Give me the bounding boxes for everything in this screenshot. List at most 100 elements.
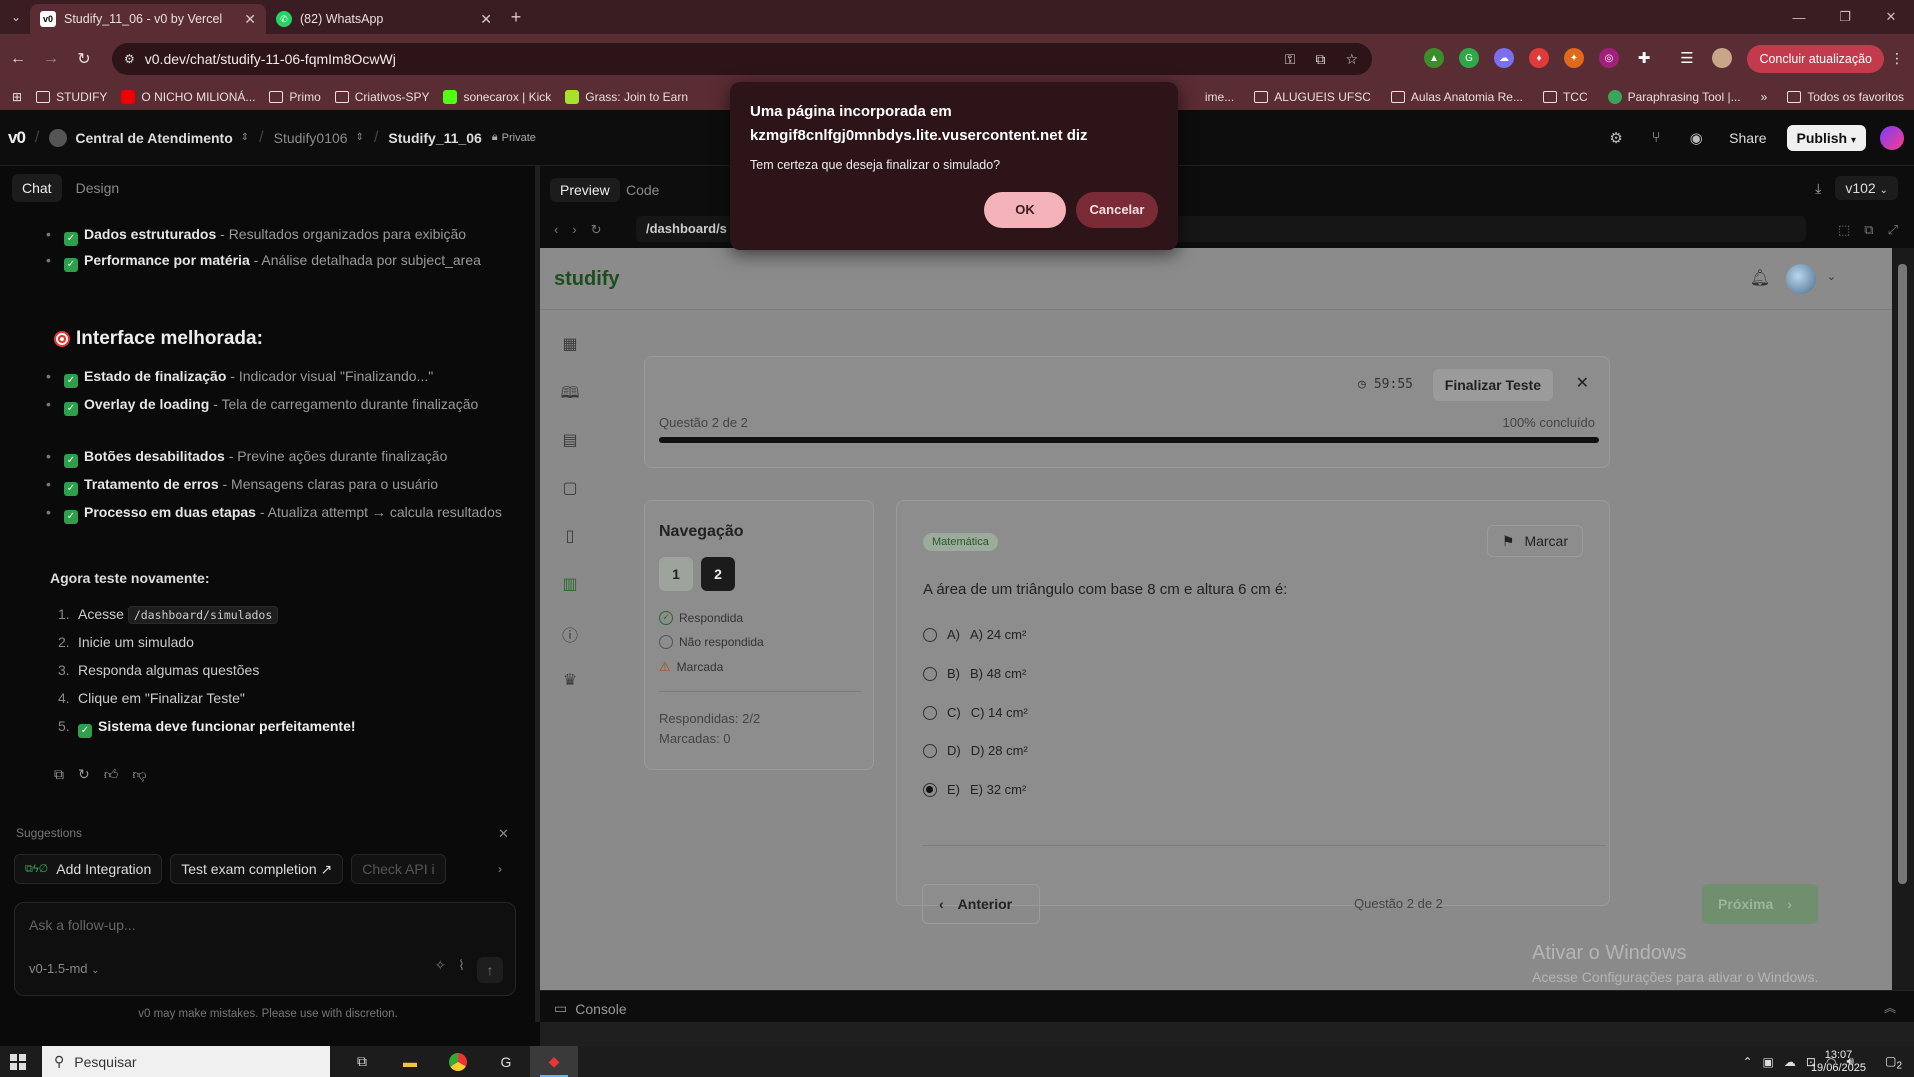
console-toggle[interactable]: ▭ Console — [554, 1000, 627, 1017]
chevron-down-icon[interactable]: ⌄ — [1827, 270, 1836, 283]
answer-option[interactable]: C) C) 14 cm² — [923, 705, 1028, 720]
suggestion-add-integration[interactable]: ⧉ϟ∅ Add Integration — [14, 854, 163, 884]
tab-search-chevron-icon[interactable]: ⌄ — [2, 3, 30, 31]
sparkle-icon[interactable]: ✧ — [434, 957, 446, 983]
user-avatar[interactable] — [1880, 125, 1904, 150]
back-icon[interactable]: ← — [3, 44, 33, 74]
question-nav-button-current[interactable]: 2 — [701, 557, 735, 591]
tab-chat[interactable]: Chat — [12, 174, 62, 202]
tab-design[interactable]: Design — [66, 174, 130, 202]
extension-pink-icon[interactable]: ◎ — [1599, 48, 1619, 68]
close-icon[interactable]: ✕ — [1576, 373, 1589, 393]
windows-start-icon[interactable] — [10, 1054, 26, 1070]
tab-preview[interactable]: Preview — [550, 178, 620, 202]
restore-icon[interactable]: ❐ — [1822, 0, 1868, 34]
task-view-icon[interactable]: ⧉ — [338, 1046, 386, 1077]
bookmark-kick[interactable]: sonecarox | Kick — [443, 90, 551, 104]
thumbs-up-icon[interactable]: 👍︎ — [104, 766, 119, 783]
apps-grid-icon[interactable]: ⊞ — [12, 90, 22, 104]
bookmark-folder[interactable]: Primo — [269, 90, 321, 104]
message-icon[interactable]: ▢ — [560, 478, 580, 498]
scrollbar-thumb[interactable] — [1898, 264, 1907, 884]
next-button[interactable]: Próxima › — [1702, 884, 1818, 924]
extensions-puzzle-icon[interactable]: ✚ — [1634, 48, 1654, 68]
ok-button[interactable]: OK — [984, 192, 1066, 228]
tray-cloud-icon[interactable]: ☁ — [1784, 1055, 1796, 1069]
select-element-icon[interactable]: ⬚ — [1838, 222, 1850, 238]
chevrons-up-icon[interactable]: ︽ — [1884, 999, 1896, 1016]
breadcrumb-chat[interactable]: Studify_11_06 — [388, 130, 481, 146]
prompt-input[interactable]: Ask a follow-up... — [29, 917, 136, 933]
version-selector[interactable]: v102 ⌄ — [1835, 176, 1898, 200]
close-suggestions-icon[interactable]: ✕ — [498, 826, 509, 842]
question-nav-button[interactable]: 1 — [659, 557, 693, 591]
preview-scrollbar[interactable] — [1892, 248, 1914, 990]
minimize-icon[interactable]: — — [1776, 0, 1822, 34]
paperclip-icon[interactable]: ⌇ — [458, 957, 465, 983]
radio-button[interactable] — [923, 666, 937, 681]
bookmark-star-icon[interactable]: ☆ — [1345, 51, 1358, 68]
mark-question-button[interactable]: ⚑ Marcar — [1486, 525, 1583, 557]
notifications-icon[interactable]: ▢2 — [1885, 1054, 1902, 1071]
extension-cloud-icon[interactable]: ☁ — [1494, 48, 1514, 68]
url-text[interactable]: v0.dev/chat/studify-11-06-fqmIm8OcwWj — [145, 51, 396, 67]
suggestion-test-exam[interactable]: Test exam completion ↗ — [170, 854, 344, 884]
file-explorer-icon[interactable]: ▬ — [386, 1046, 434, 1077]
previous-button[interactable]: ‹ Anterior — [922, 884, 1040, 924]
answer-option[interactable]: D) D) 28 cm² — [923, 743, 1028, 758]
browser-tab-v0[interactable]: v0 Studify_11_06 - v0 by Vercel ✕ — [30, 4, 266, 34]
answer-option-selected[interactable]: E) E) 32 cm² — [923, 782, 1026, 797]
breadcrumb-team[interactable]: Central de Atendimento ⇕ — [49, 128, 249, 147]
profile-avatar[interactable] — [1712, 48, 1732, 68]
bookmarks-overflow-button[interactable]: » — [1761, 90, 1768, 104]
chart-bars-icon[interactable]: ▥ — [560, 574, 580, 594]
bookmark-youtube[interactable]: O NICHO MILIONÁ... — [121, 90, 255, 104]
address-bar[interactable]: ⚙ v0.dev/chat/studify-11-06-fqmIm8OcwWj … — [112, 43, 1372, 75]
thumbs-down-icon[interactable]: 👎︎ — [132, 766, 146, 783]
breadcrumb-project[interactable]: Studify0106 ⇕ — [274, 130, 364, 146]
radio-button[interactable] — [923, 627, 937, 642]
bookmark-folder[interactable]: Aulas Anatomia Re... — [1390, 90, 1523, 104]
preview-forward-icon[interactable]: › — [572, 222, 576, 238]
calendar-icon[interactable]: ▤ — [560, 430, 580, 450]
taskbar-clock[interactable]: 13:07 19/06/2025 — [1811, 1049, 1866, 1075]
publish-button[interactable]: Publish ▾ — [1786, 124, 1866, 151]
extension-grammarly-icon[interactable]: G — [1459, 48, 1479, 68]
browser-tab-whatsapp[interactable]: ✆ (82) WhatsApp ✕ — [266, 4, 502, 34]
close-tab-icon[interactable]: ✕ — [244, 11, 256, 28]
taskbar-search[interactable]: ⚲ Pesquisar — [42, 1046, 330, 1077]
chrome-icon[interactable] — [434, 1046, 482, 1077]
finish-test-button[interactable]: Finalizar Teste — [1432, 369, 1553, 401]
bookmark-folder[interactable]: TCC — [1542, 90, 1588, 104]
model-selector[interactable]: v0-1.5-md ⌄ — [29, 961, 100, 976]
crown-icon[interactable]: ♛ — [560, 670, 580, 690]
more-menu-icon[interactable]: ⋮ — [1890, 50, 1904, 67]
radio-button[interactable] — [923, 743, 937, 758]
app-active-icon[interactable]: ◆ — [530, 1046, 578, 1077]
studify-logo[interactable]: studify — [554, 268, 620, 291]
site-info-icon[interactable]: ⚙ — [124, 52, 135, 66]
dashboard-grid-icon[interactable]: ▦ — [560, 334, 580, 354]
bell-icon[interactable]: 🔔︎ — [1750, 268, 1770, 288]
extension-chart-icon[interactable]: ▲ — [1424, 48, 1444, 68]
answer-option[interactable]: B) B) 48 cm² — [923, 666, 1026, 681]
chevron-up-icon[interactable]: ⌃ — [1742, 1055, 1752, 1069]
settings-gear-icon[interactable]: ⚙ — [1603, 125, 1629, 151]
all-bookmarks[interactable]: Todos os favoritos — [1787, 90, 1904, 104]
radio-button-selected[interactable] — [923, 782, 937, 797]
install-app-icon[interactable]: ⧉ — [1315, 51, 1325, 68]
preview-reload-icon[interactable]: ↻ — [591, 222, 602, 238]
bookmark-folder[interactable]: STUDIFY — [36, 90, 107, 104]
tray-app-icon[interactable]: ▣ — [1763, 1055, 1774, 1069]
retry-icon[interactable]: ↻ — [78, 766, 90, 783]
preview-back-icon[interactable]: ‹ — [554, 222, 558, 238]
close-tab-icon[interactable]: ✕ — [480, 11, 492, 28]
download-icon[interactable]: ⤓ — [1815, 180, 1821, 197]
update-button[interactable]: Concluir atualização — [1747, 45, 1884, 73]
radio-button[interactable] — [923, 705, 937, 720]
cancel-button[interactable]: Cancelar — [1076, 192, 1158, 228]
prompt-composer[interactable]: Ask a follow-up... v0-1.5-md ⌄ ✧ ⌇ ↑ — [14, 902, 516, 996]
password-key-icon[interactable]: ⚿ — [1285, 51, 1296, 68]
new-tab-button[interactable]: + — [502, 7, 530, 28]
app-g-icon[interactable]: G — [482, 1046, 530, 1077]
